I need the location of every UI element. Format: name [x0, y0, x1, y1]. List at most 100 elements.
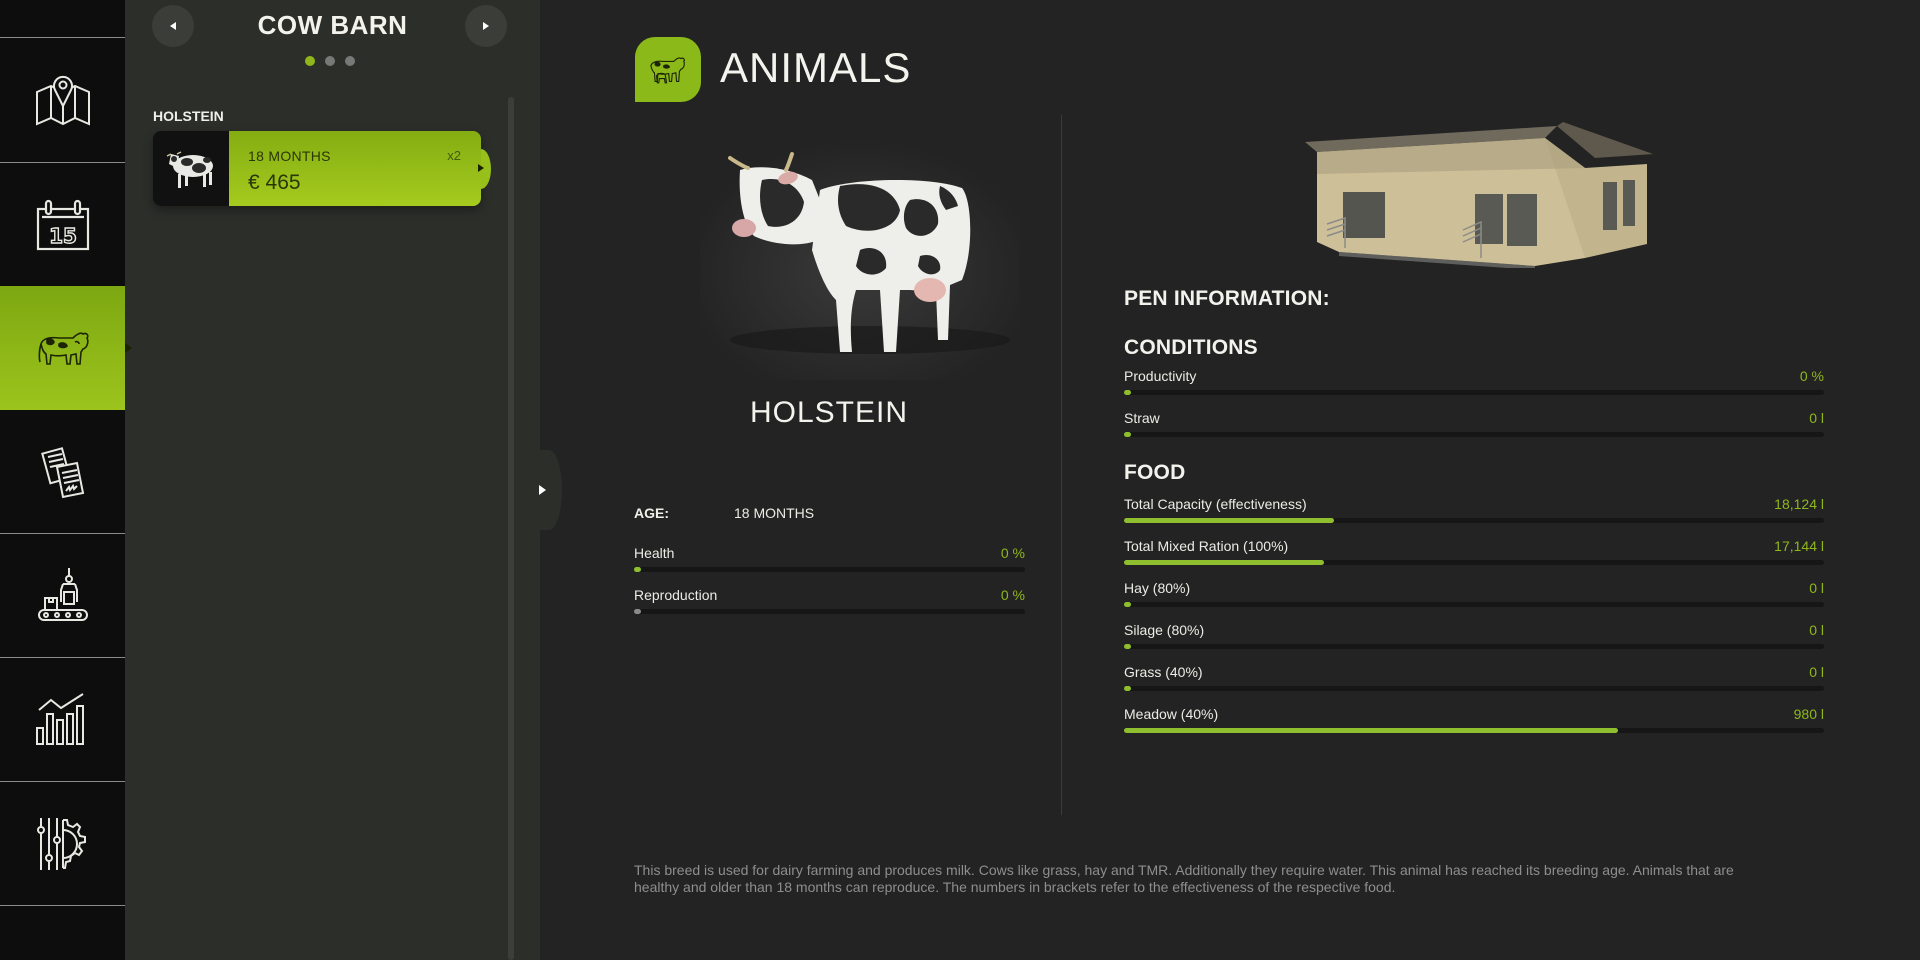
progress-track	[1124, 560, 1824, 565]
stat-label: Total Capacity (effectiveness)	[1124, 496, 1307, 512]
barn-page-indicator	[305, 56, 355, 66]
sidebar-item-production[interactable]	[0, 534, 125, 658]
food-meadow: Meadow (40%) 980 l	[1124, 706, 1824, 736]
stat-value: 0 l	[1809, 580, 1824, 596]
page-dot-1[interactable]	[305, 56, 315, 66]
settings-icon	[36, 818, 86, 870]
list-scrollbar[interactable]	[508, 97, 514, 960]
stat-label: Meadow (40%)	[1124, 706, 1219, 722]
animal-age: 18 MONTHS	[248, 148, 331, 164]
animal-thumbnail	[153, 131, 229, 206]
progress-fill	[1124, 602, 1131, 607]
animal-list-item-body: 18 MONTHS € 465 x2	[229, 131, 481, 206]
progress-track	[1124, 602, 1824, 607]
documents-icon	[40, 447, 84, 499]
holstein-cow-image	[700, 140, 1020, 380]
stat-label: Reproduction	[634, 587, 718, 603]
age-value: 18 MONTHS	[734, 505, 815, 521]
cow-barn-image	[1305, 122, 1653, 268]
triangle-right-icon	[483, 22, 489, 30]
food-grass: Grass (40%) 0 l	[1124, 664, 1824, 694]
stat-label: Grass (40%)	[1124, 664, 1203, 680]
page-dot-3[interactable]	[345, 56, 355, 66]
sidebar-divider	[0, 905, 125, 906]
sidebar-item-animals[interactable]	[0, 286, 132, 410]
stat-value: 0 l	[1809, 410, 1824, 426]
breed-name: HOLSTEIN	[749, 396, 909, 429]
chart-icon	[35, 693, 84, 745]
progress-track	[1124, 728, 1824, 733]
condition-straw: Straw 0 l	[1124, 410, 1824, 440]
age-row: AGE: 18 MONTHS	[634, 505, 814, 521]
progress-track	[1124, 686, 1824, 691]
conditions-heading: CONDITIONS	[1124, 336, 1258, 359]
animal-list-item[interactable]: 18 MONTHS € 465 x2	[153, 131, 491, 206]
animal-count-badge: x2	[447, 148, 461, 163]
cow-icon	[38, 332, 89, 365]
triangle-right-icon	[539, 485, 546, 495]
stat-label: Hay (80%)	[1124, 580, 1191, 596]
food-silage: Silage (80%) 0 l	[1124, 622, 1824, 652]
progress-fill	[1124, 560, 1324, 565]
next-barn-button[interactable]	[465, 5, 507, 47]
animals-screen: 15 COW BARN HOLSTEIN 18 MONTHS € 465 x2 …	[0, 0, 1920, 960]
progress-track	[634, 609, 1025, 614]
food-hay: Hay (80%) 0 l	[1124, 580, 1824, 610]
main-menu-sidebar: 15	[0, 0, 132, 960]
sidebar-item-contracts[interactable]	[0, 411, 125, 535]
page-dot-2[interactable]	[325, 56, 335, 66]
cow-calf-icon	[650, 56, 685, 83]
selection-arrow-icon	[478, 164, 484, 172]
progress-fill	[1124, 518, 1334, 523]
stat-reproduction: Reproduction 0 %	[634, 587, 1025, 617]
page-title: ANIMALS	[720, 44, 912, 91]
progress-fill	[1124, 390, 1131, 395]
stat-label: Silage (80%)	[1124, 622, 1205, 638]
stat-health: Health 0 %	[634, 545, 1025, 575]
map-icon	[35, 75, 90, 126]
sidebar-item-settings[interactable]	[0, 782, 125, 906]
age-label: AGE:	[634, 505, 669, 521]
food-heading: FOOD	[1124, 461, 1186, 484]
stat-value: 17,144 l	[1774, 538, 1824, 554]
progress-track	[1124, 518, 1824, 523]
stat-value: 0 l	[1809, 664, 1824, 680]
progress-fill	[1124, 686, 1131, 691]
progress-track	[1124, 644, 1824, 649]
cow-thumbnail-icon	[166, 150, 213, 188]
sidebar-item-calendar[interactable]: 15	[0, 163, 125, 287]
stat-value: 0 l	[1809, 622, 1824, 638]
collapse-panel-button[interactable]	[536, 450, 562, 530]
progress-track	[1124, 390, 1824, 395]
progress-fill	[1124, 644, 1131, 649]
stat-value: 0 %	[1799, 368, 1824, 384]
progress-fill	[1124, 728, 1618, 733]
stat-label: Productivity	[1124, 368, 1197, 384]
column-divider	[1061, 115, 1062, 815]
stat-value: 980 l	[1793, 706, 1824, 722]
sidebar-item-map[interactable]	[0, 38, 125, 162]
breed-description: This breed is used for dairy farming and…	[634, 862, 1734, 895]
stat-value: 0 %	[1000, 587, 1025, 603]
progress-track	[1124, 432, 1824, 437]
stat-label: Straw	[1124, 410, 1160, 426]
stat-value: 18,124 l	[1774, 496, 1824, 512]
sidebar-item-statistics[interactable]	[0, 658, 125, 782]
food-total-capacity: Total Capacity (effectiveness) 18,124 l	[1124, 496, 1824, 526]
progress-fill	[1124, 432, 1131, 437]
animal-price: € 465	[248, 171, 301, 194]
condition-productivity: Productivity 0 %	[1124, 368, 1824, 398]
calendar-icon: 15	[36, 199, 89, 251]
pen-information-heading: PEN INFORMATION:	[1124, 287, 1330, 310]
progress-track	[634, 567, 1025, 572]
production-icon	[37, 568, 88, 621]
page-icon	[635, 37, 701, 102]
progress-fill	[634, 567, 641, 572]
calendar-day: 15	[49, 224, 77, 248]
stat-label: Health	[634, 545, 675, 561]
stat-value: 0 %	[1000, 545, 1025, 561]
food-total-mixed-ration: Total Mixed Ration (100%) 17,144 l	[1124, 538, 1824, 568]
stat-label: Total Mixed Ration (100%)	[1124, 538, 1289, 554]
group-label-holstein: HOLSTEIN	[153, 108, 224, 124]
active-indicator-arrow-icon	[125, 343, 132, 353]
